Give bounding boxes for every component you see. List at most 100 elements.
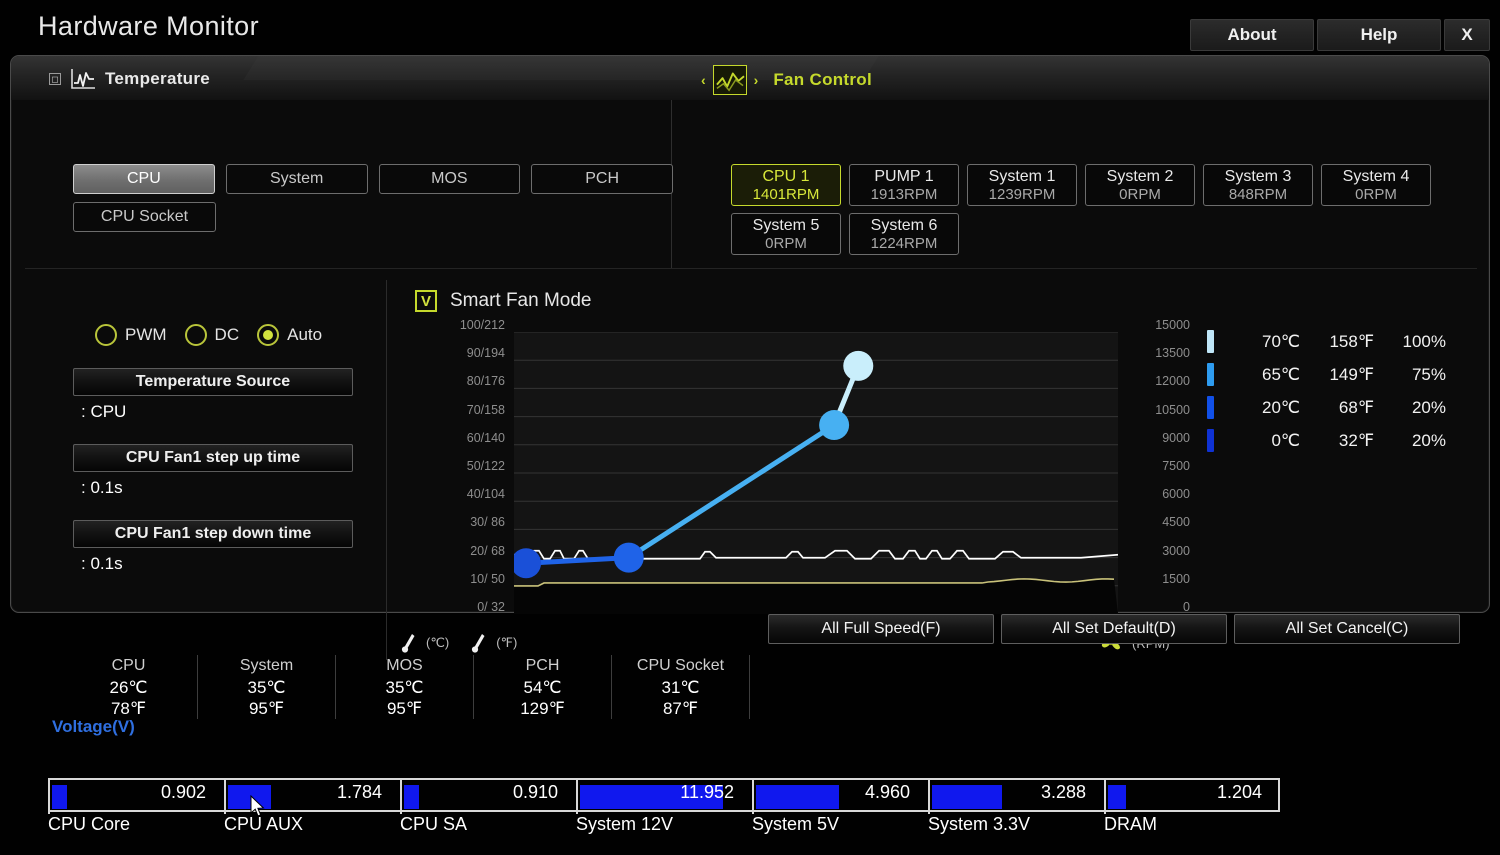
fan-control-header-label: Fan Control [773, 70, 872, 90]
y-tick-right: 4500 [1162, 515, 1190, 529]
voltage-label: CPU Core [48, 814, 130, 835]
smart-fan-mode-row: V Smart Fan Mode [415, 290, 592, 312]
temperature-tabs: CPU System MOS PCH CPU Socket [73, 164, 673, 240]
voltage-fill [1108, 785, 1126, 809]
mouse-cursor [250, 795, 266, 819]
about-button[interactable]: About [1190, 19, 1314, 51]
temperature-source-value: : CPU [81, 402, 373, 422]
voltage-bar: 0.910CPU SA [400, 778, 576, 812]
radio-auto[interactable] [257, 324, 279, 346]
temperature-graph-icon [70, 67, 96, 91]
tab-mos[interactable]: MOS [379, 164, 521, 194]
collapse-icon[interactable]: ◻ [49, 73, 61, 85]
voltage-label: System 3.3V [928, 814, 1030, 835]
radio-pwm[interactable] [95, 324, 117, 346]
y-tick-left: 70/158 [467, 403, 505, 417]
fan-button-pump1[interactable]: PUMP 1 1913RPM [849, 164, 959, 206]
point-1[interactable] [514, 548, 541, 578]
radio-dc[interactable] [185, 324, 207, 346]
voltage-value: 1.784 [337, 782, 382, 803]
fan-button-system6[interactable]: System 6 1224RPM [849, 213, 959, 255]
thermometer-fahrenheit-icon [471, 632, 488, 654]
fan-button-cpu1[interactable]: CPU 1 1401RPM [731, 164, 841, 206]
all-set-default-button[interactable]: All Set Default(D) [1001, 614, 1227, 644]
voltage-value: 4.960 [865, 782, 910, 803]
voltage-value: 3.288 [1041, 782, 1086, 803]
legend-fahrenheit: 32℉ [1300, 431, 1374, 451]
fan-control-header: ‹ › Fan Control [701, 65, 872, 95]
y-tick-right: 6000 [1162, 487, 1190, 501]
legend-celsius: 0℃ [1242, 431, 1300, 451]
help-button[interactable]: Help [1317, 19, 1441, 51]
voltage-bar: 1.204DRAM [1104, 778, 1280, 812]
all-full-speed-button[interactable]: All Full Speed(F) [768, 614, 994, 644]
legend-fahrenheit: 149℉ [1300, 365, 1374, 385]
point-2[interactable] [614, 543, 644, 573]
step-down-time-value: : 0.1s [81, 554, 373, 574]
y-tick-left: 0/ 32 [477, 600, 505, 614]
voltage-bar: 11.952System 12V [576, 778, 752, 812]
close-button[interactable]: X [1444, 19, 1490, 51]
y-tick-left: 50/122 [467, 459, 505, 473]
legend-fahrenheit: 158℉ [1300, 332, 1374, 352]
readout-name: CPU Socket [616, 655, 745, 677]
next-arrow-icon[interactable]: › [754, 72, 759, 88]
legend-celsius: 65℃ [1242, 365, 1300, 385]
tab-cpu[interactable]: CPU [73, 164, 215, 194]
fan-button-system2[interactable]: System 2 0RPM [1085, 164, 1195, 206]
temperature-panel-header: ◻ Temperature [49, 67, 210, 91]
fan-button-system1[interactable]: System 1 1239RPM [967, 164, 1077, 206]
y-tick-left: 80/176 [467, 374, 505, 388]
fan-button-system5[interactable]: System 5 0RPM [731, 213, 841, 255]
hardware-monitor-window: Hardware Monitor About Help X ◻ Temperat… [0, 0, 1500, 855]
temperature-source-button[interactable]: Temperature Source [73, 368, 353, 396]
all-set-cancel-button[interactable]: All Set Cancel(C) [1234, 614, 1460, 644]
fan-rpm: 1401RPM [753, 186, 820, 204]
legend-color-swatch [1207, 429, 1214, 452]
fan-curve-chart: V Smart Fan Mode 100/21290/19480/17670/1… [386, 280, 1481, 660]
y-tick-right: 15000 [1155, 318, 1190, 332]
y-tick-left: 100/212 [460, 318, 505, 332]
fan-button-system3[interactable]: System 3 848RPM [1203, 164, 1313, 206]
prev-arrow-icon[interactable]: ‹ [701, 72, 706, 88]
step-down-time-button[interactable]: CPU Fan1 step down time [73, 520, 353, 548]
y-tick-left: 40/104 [467, 487, 505, 501]
smart-fan-mode-checkbox[interactable]: V [415, 290, 437, 312]
fan-button-system4[interactable]: System 4 0RPM [1321, 164, 1431, 206]
fan-controls: PWM DC Auto Temperature Source : CPU CPU… [73, 286, 373, 574]
legend-duty: 20% [1374, 398, 1446, 418]
step-up-time-button[interactable]: CPU Fan1 step up time [73, 444, 353, 472]
readout-name: PCH [478, 655, 607, 677]
readout-fahrenheit: 95℉ [340, 698, 469, 719]
radio-pwm-label: PWM [125, 325, 167, 345]
legend-row: 70℃158℉100% [1207, 325, 1446, 358]
y-tick-right: 12000 [1155, 374, 1190, 388]
fan-name: System 1 [989, 168, 1056, 186]
y-tick-right: 10500 [1155, 403, 1190, 417]
page-title: Hardware Monitor [38, 11, 259, 42]
point-4[interactable] [843, 351, 873, 381]
legend-row: 65℃149℉75% [1207, 358, 1446, 391]
readout-celsius: 35℃ [340, 677, 469, 698]
fan-rpm: 1239RPM [989, 186, 1056, 204]
fan-graph-icon [713, 65, 747, 95]
fan-row-1: CPU 1 1401RPM PUMP 1 1913RPM System 1 12… [731, 164, 1491, 206]
voltage-value: 0.902 [161, 782, 206, 803]
readout-name: MOS [340, 655, 469, 677]
y-tick-right: 7500 [1162, 459, 1190, 473]
point-3[interactable] [819, 410, 849, 440]
y-tick-right: 13500 [1155, 346, 1190, 360]
radio-dc-label: DC [215, 325, 240, 345]
readout-celsius: 35℃ [202, 677, 331, 698]
tab-pch[interactable]: PCH [531, 164, 673, 194]
chart-unit-icons: (℃) (℉) [401, 632, 531, 654]
thermometer-celsius-icon [401, 632, 418, 654]
tab-cpu-socket[interactable]: CPU Socket [73, 202, 216, 232]
readout-name: CPU [64, 655, 193, 677]
temperature-header-label: Temperature [105, 69, 210, 89]
voltage-label: DRAM [1104, 814, 1157, 835]
temperature-readout: System35℃95℉ [198, 655, 336, 719]
voltage-bracket-end [1278, 778, 1280, 812]
tab-system[interactable]: System [226, 164, 368, 194]
chart-plot-area[interactable] [514, 332, 1118, 614]
